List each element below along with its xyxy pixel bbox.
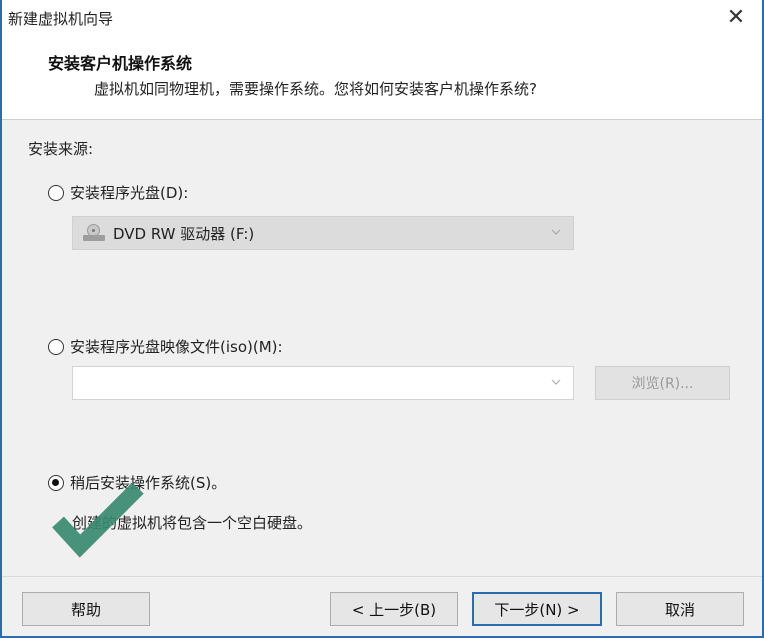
radio-iso-image-label: 安装程序光盘映像文件(iso)(M):	[70, 338, 283, 356]
page-title: 安装客户机操作系统	[48, 54, 193, 73]
next-button[interactable]: 下一步(N) >	[472, 592, 602, 626]
radio-iso-image[interactable]: 安装程序光盘映像文件(iso)(M):	[48, 336, 283, 357]
browse-button[interactable]: 浏览(R)...	[595, 366, 730, 400]
wizard-header: 安装客户机操作系统 虚拟机如同物理机，需要操作系统。您将如何安装客户机操作系统?	[2, 34, 762, 120]
close-button[interactable]: ✕	[718, 4, 754, 30]
iso-path-input[interactable]	[73, 367, 543, 399]
disc-drive-value: DVD RW 驱动器 (F:)	[113, 224, 255, 243]
title-bar: 新建虚拟机向导 ✕	[2, 0, 762, 34]
back-button[interactable]: < 上一步(B)	[330, 592, 458, 626]
cancel-button[interactable]: 取消	[616, 592, 744, 626]
footer-divider	[2, 576, 762, 577]
radio-installer-disc-label: 安装程序光盘(D):	[70, 184, 189, 202]
checkmark-icon	[52, 482, 144, 558]
page-subtitle: 虚拟机如同物理机，需要操作系统。您将如何安装客户机操作系统?	[94, 80, 537, 98]
help-button[interactable]: 帮助	[22, 592, 150, 626]
dvd-drive-icon	[83, 224, 105, 242]
radio-installer-disc[interactable]: 安装程序光盘(D):	[48, 182, 188, 203]
radio-installer-disc-indicator[interactable]	[48, 184, 64, 201]
close-icon: ✕	[726, 4, 746, 30]
window-title: 新建虚拟机向导	[8, 10, 114, 28]
install-source-label: 安装来源:	[28, 140, 94, 158]
radio-iso-image-indicator[interactable]	[48, 338, 64, 355]
disc-drive-select[interactable]: DVD RW 驱动器 (F:)	[72, 216, 574, 250]
chevron-down-icon[interactable]	[551, 377, 561, 387]
chevron-down-icon	[551, 229, 561, 235]
new-vm-wizard-dialog: 新建虚拟机向导 ✕ 安装客户机操作系统 虚拟机如同物理机，需要操作系统。您将如何…	[0, 0, 764, 638]
iso-path-combobox[interactable]	[72, 366, 574, 400]
